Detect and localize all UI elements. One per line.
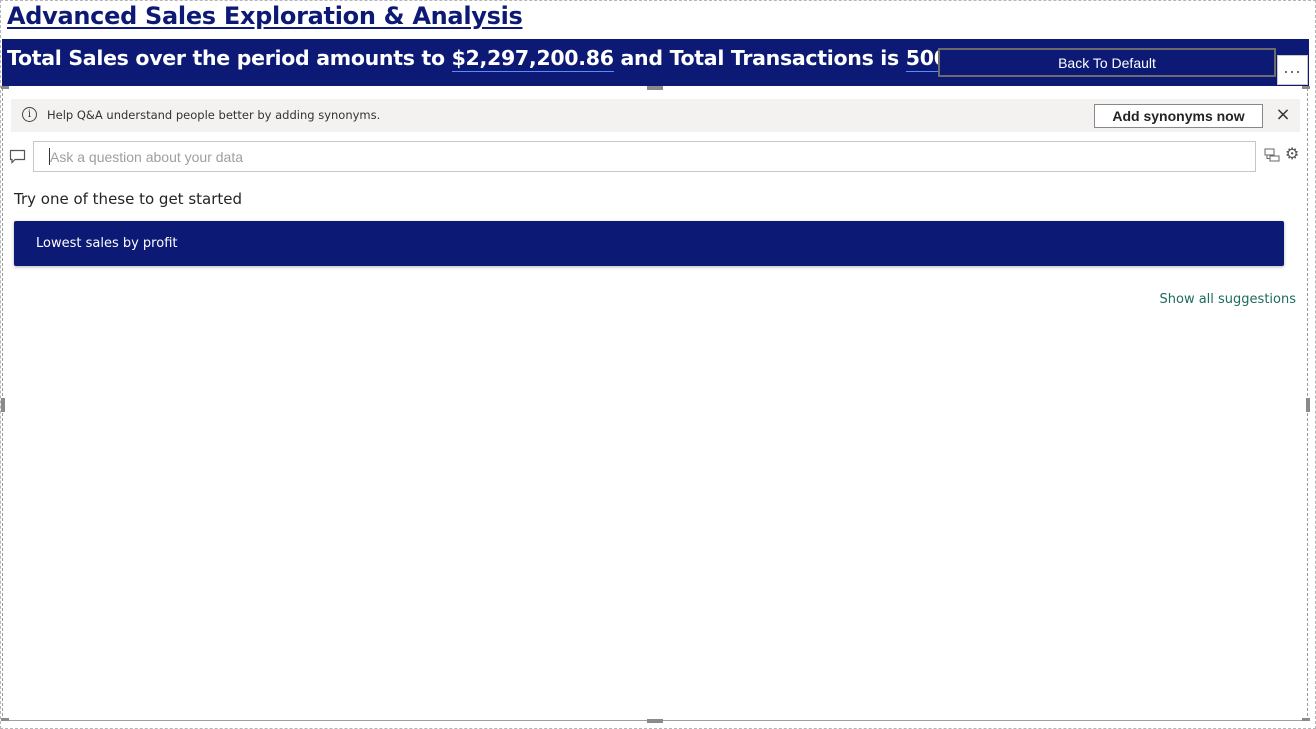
- resize-handle-top-right[interactable]: [1302, 86, 1310, 89]
- page-title: Advanced Sales Exploration & Analysis: [7, 2, 523, 30]
- synonym-notification-bar: i Help Q&A understand people better by a…: [11, 99, 1300, 132]
- convert-visual-icon[interactable]: [1264, 147, 1280, 163]
- resize-handle-bottom-left[interactable]: [1, 718, 9, 721]
- chat-icon: [9, 149, 26, 164]
- try-suggestions-heading: Try one of these to get started: [14, 190, 243, 208]
- close-icon[interactable]: ×: [1273, 105, 1293, 125]
- gear-icon[interactable]: ⚙: [1285, 145, 1302, 163]
- more-options-icon: ...: [1283, 57, 1302, 77]
- resize-handle-left[interactable]: [1, 398, 5, 412]
- resize-handle-right[interactable]: [1306, 398, 1310, 412]
- resize-handle-bottom[interactable]: [647, 719, 663, 723]
- info-icon: i: [22, 107, 37, 122]
- synonym-message: Help Q&A understand people better by add…: [47, 108, 381, 122]
- suggestion-lowest-sales-by-profit[interactable]: Lowest sales by profit: [14, 221, 1284, 266]
- show-all-suggestions-link[interactable]: Show all suggestions: [1160, 292, 1297, 307]
- qa-question-input[interactable]: [33, 141, 1256, 172]
- resize-handle-top[interactable]: [647, 86, 663, 90]
- add-synonyms-button[interactable]: Add synonyms now: [1094, 104, 1263, 128]
- more-options-button[interactable]: ...: [1277, 55, 1308, 85]
- summary-banner: Total Sales over the period amounts to $…: [2, 39, 1309, 86]
- resize-handle-top-left[interactable]: [1, 86, 9, 89]
- summary-text-middle: and Total Transactions is: [613, 46, 906, 70]
- summary-text-before: Total Sales over the period amounts to: [7, 46, 452, 70]
- summary-text: Total Sales over the period amounts to $…: [7, 46, 962, 72]
- qa-visual-frame: [2, 88, 1308, 721]
- total-sales-value: $2,297,200.86: [451, 46, 614, 72]
- text-caret: [49, 148, 50, 165]
- resize-handle-bottom-right[interactable]: [1302, 718, 1310, 721]
- back-to-default-button[interactable]: Back To Default: [938, 48, 1276, 77]
